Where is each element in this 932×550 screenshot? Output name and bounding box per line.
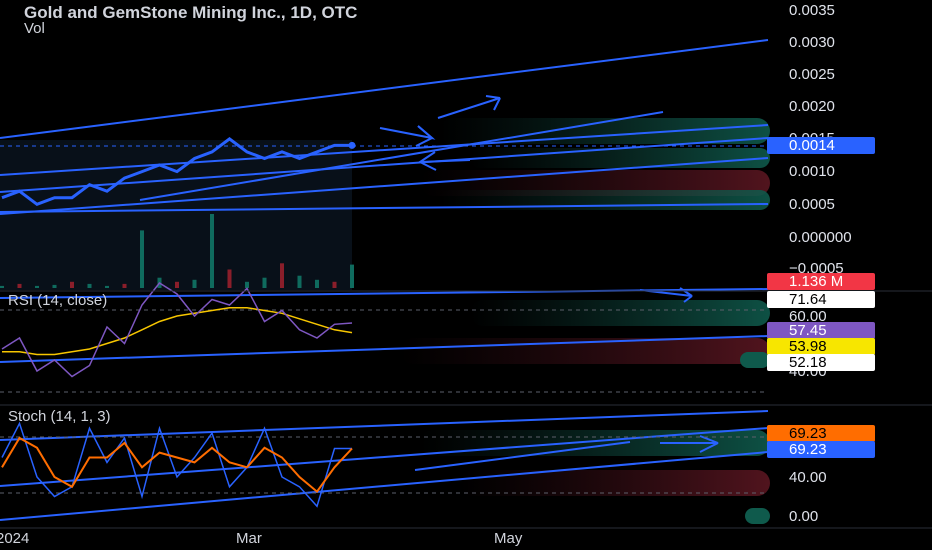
volume-bar xyxy=(35,285,39,288)
last-price-dot xyxy=(348,141,356,149)
price-axis-tick: 0.000000 xyxy=(789,229,852,246)
volume-bar xyxy=(227,269,232,288)
volume-bar xyxy=(245,281,249,288)
rsi-ma-line xyxy=(2,307,353,356)
volume-badge: 1.136 M xyxy=(767,273,875,290)
rsi-ma-badge: 53.98 xyxy=(767,338,875,355)
price-axis-tick: 0.0030 xyxy=(789,34,835,51)
volume-label: Vol xyxy=(24,20,45,37)
price-axis-tick: 0.0010 xyxy=(789,163,835,180)
stoch-axis-tick: 40.00 xyxy=(789,469,827,486)
time-axis-tick: 2024 xyxy=(0,530,30,547)
volume-bar xyxy=(210,214,214,288)
rsi-low-badge: 52.18 xyxy=(767,354,875,371)
price-axis-tick: 0.0035 xyxy=(789,2,835,19)
price-axis-tick: 0.0020 xyxy=(789,98,835,115)
stoch-k-badge: 69.23 xyxy=(767,441,875,458)
volume-bar xyxy=(122,283,127,288)
stoch-d-badge: 69.23 xyxy=(767,425,875,442)
rsi-label[interactable]: RSI (14, close) xyxy=(8,292,107,309)
volume-bar xyxy=(140,230,144,288)
price-highlight xyxy=(0,140,352,290)
price-axis-tick: 0.0025 xyxy=(789,66,835,83)
stoch-label[interactable]: Stoch (14, 1, 3) xyxy=(8,408,111,425)
rsi-high-badge: 71.64 xyxy=(767,291,875,308)
volume-bar xyxy=(175,281,179,288)
volume-bar xyxy=(315,279,319,288)
price-axis-tick: 0.0005 xyxy=(789,196,835,213)
volume-bar xyxy=(87,283,92,288)
volume-bar xyxy=(105,285,109,288)
volume-bar xyxy=(0,285,4,288)
volume-bar xyxy=(297,275,302,288)
volume-bar xyxy=(332,281,337,288)
time-axis-tick: Mar xyxy=(236,530,262,547)
rsi-value-badge: 57.45 xyxy=(767,322,875,339)
price-badge: 0.0014 xyxy=(767,137,875,154)
volume-bar xyxy=(280,263,284,288)
projection-bands xyxy=(400,118,770,524)
stoch-d-line xyxy=(1,436,353,494)
volume-bar xyxy=(52,284,57,288)
volume-bar xyxy=(262,277,267,288)
chart-title: Gold and GemStone Mining Inc., 1D, OTC xyxy=(24,3,358,22)
volume-bar xyxy=(70,281,74,288)
volume-bar xyxy=(350,264,354,288)
volume-bar xyxy=(192,279,197,288)
time-axis-tick: May xyxy=(494,530,523,547)
volume-bar xyxy=(17,283,22,288)
stoch-axis-tick: 0.00 xyxy=(789,508,819,525)
